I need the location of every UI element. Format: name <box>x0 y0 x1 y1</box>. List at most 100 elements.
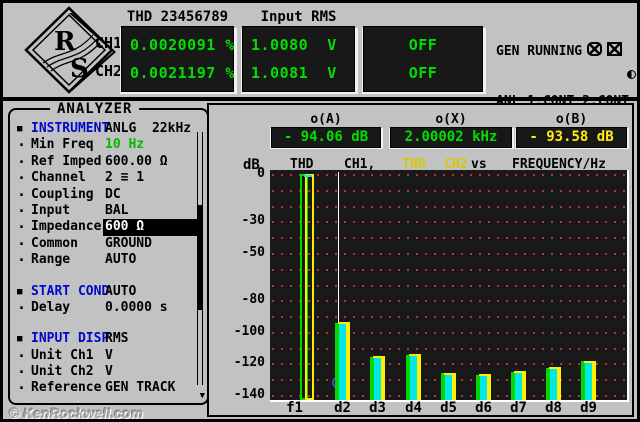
analyzer-row-value: 0.0000 s <box>105 300 168 316</box>
analyzer-row-channel[interactable]: ·Channel2 ≡ 1 <box>10 170 202 186</box>
aux-display: OFF OFF <box>363 26 483 92</box>
input-rms-display: 1.0080 V 1.0081 V <box>242 26 355 92</box>
analyzer-row-value: DC <box>105 187 121 203</box>
analyzer-row-input-disp[interactable]: ■ INPUT DISPRMS <box>10 331 202 347</box>
y-tick-label: -100 <box>209 325 265 339</box>
item-bullet-icon: · <box>17 137 26 153</box>
ch2-label: CH2 <box>95 62 122 80</box>
ch2-bar-cap <box>409 354 421 356</box>
x-label-d8: d8 <box>539 402 569 416</box>
ch1-bar <box>546 368 550 400</box>
analyzer-row-value: 10 Hz <box>105 137 144 153</box>
analyzer-row-label: Min Freq <box>31 137 94 153</box>
analyzer-row-min-freq[interactable]: · Min Freq 10 Hz <box>10 137 202 153</box>
ch2-bar-cap <box>338 322 350 324</box>
analyzer-row-coupling[interactable]: · Coupling DC <box>10 187 202 203</box>
analyzer-row-value: ANLG 22kHz <box>105 121 191 137</box>
item-bullet-icon: · <box>17 219 26 235</box>
analyzer-row-unit-ch2[interactable]: ·Unit Ch2V <box>10 364 202 380</box>
watermark: © KenRockwell.com <box>9 405 143 421</box>
analyzer-row-reference[interactable]: ·ReferenceGEN TRACK <box>10 380 202 396</box>
ch2-bar <box>381 356 385 400</box>
x-label-d3: d3 <box>363 402 393 416</box>
analyzer-row-value: BAL <box>105 203 128 219</box>
analyzer-row-label: Delay <box>31 300 70 316</box>
analyzer-row-value: GROUND <box>105 236 152 252</box>
analyzer-row-value: V <box>105 364 113 380</box>
analyzer-row-label: Coupling <box>31 187 94 203</box>
analyzer-row-label: Ref Imped <box>31 154 101 170</box>
item-bullet-icon: · <box>17 187 26 203</box>
analyzer-row-input[interactable]: ·InputBAL <box>10 203 202 219</box>
readout-b-label: o(B) <box>516 112 627 127</box>
y-tick-label: -30 <box>209 214 265 228</box>
section-bullet-icon: ■ <box>17 331 22 347</box>
x-label-d6: d6 <box>469 402 499 416</box>
readout-a-value: - 94.06 dB <box>271 127 381 148</box>
analyzer-spacer <box>10 269 202 284</box>
ch1-label: CH1 <box>95 34 122 52</box>
analyzer-row-value: 600 Ω <box>103 219 198 235</box>
analyzer-row-label: Unit Ch1 <box>31 348 94 364</box>
scroll-down-arrow-icon[interactable]: ▼ <box>200 391 205 401</box>
top-measurement-bar: R S CH1 CH2 THD 23456789 0.0020091 % 0.0… <box>3 3 637 101</box>
readout-a-label: o(A) <box>271 112 381 127</box>
analyzer-row-label: INSTRUMENT <box>31 121 109 137</box>
analyzer-row-label: INPUT DISP <box>31 331 109 347</box>
y-tick-label: -80 <box>209 293 265 307</box>
scrollbar-thumb[interactable] <box>197 205 203 310</box>
item-bullet-icon: · <box>17 252 26 268</box>
analyzer-row-label: Unit Ch2 <box>31 364 94 380</box>
analyzer-row-value: 600.00 Ω <box>105 154 168 170</box>
thd-ch1-value: 0.0020091 % <box>122 36 233 54</box>
ch2-bar <box>346 322 350 400</box>
analyzer-row-start-cond[interactable]: ■START CONDAUTO <box>10 284 202 300</box>
analyzer-row-value: AUTO <box>105 284 136 300</box>
bar-group-d5 <box>441 170 456 400</box>
item-bullet-icon: · <box>17 348 26 364</box>
item-bullet-icon: · <box>17 154 26 170</box>
ch1-bar <box>335 323 339 400</box>
analyzer-row-value: RMS <box>105 331 128 347</box>
analyzer-row-instrument[interactable]: ■INSTRUMENTANLG 22kHz <box>10 121 202 137</box>
readout-x-value: 2.00002 kHz <box>390 127 512 148</box>
ch1-bar <box>476 375 480 400</box>
analyzer-row-label: START COND <box>31 284 109 300</box>
x-label-d2: d2 <box>328 402 358 416</box>
y-tick-label: 0 <box>209 167 265 181</box>
half-circle-icon <box>627 70 636 79</box>
analyzer-row-impedance[interactable]: ·Impedance600 Ω <box>10 219 202 235</box>
y-tick-label: -50 <box>209 246 265 260</box>
analyzer-row-range[interactable]: · Range AUTO <box>10 252 202 268</box>
item-bullet-icon: · <box>17 380 26 396</box>
analyzer-row-value: 2 ≡ 1 <box>105 170 144 186</box>
analyzer-rows: ■INSTRUMENTANLG 22kHz·Min Freq10 Hz·Ref … <box>10 121 202 397</box>
ch2-bar <box>417 354 421 400</box>
analyzer-row-ref-imped[interactable]: · Ref Imped600.00 Ω <box>10 154 202 170</box>
bar-group-f1 <box>300 170 315 400</box>
analyzer-row-value: AUTO <box>105 252 136 268</box>
item-bullet-icon: · <box>17 170 26 186</box>
analyzer-row-label: Range <box>31 252 70 268</box>
ch2-bar <box>522 371 526 400</box>
gen-status: GEN RUNNING <box>496 44 582 59</box>
analyzer-row-delay[interactable]: · Delay 0.0000 s <box>10 300 202 316</box>
x-label-d9: d9 <box>574 402 604 416</box>
analyzer-row-common[interactable]: ·CommonGROUND <box>10 236 202 252</box>
analyzer-row-unit-ch1[interactable]: ·Unit Ch1V <box>10 348 202 364</box>
input-rms-header: Input RMS <box>242 9 355 25</box>
bar-group-d6 <box>476 170 491 400</box>
bar-group-d7 <box>511 170 526 400</box>
analyzer-row-label: Reference <box>31 380 101 396</box>
ch1-bar <box>581 361 585 400</box>
ch1-bar <box>511 372 515 400</box>
ch2-bar <box>452 373 456 400</box>
thd-display: 0.0020091 % 0.0021197 % <box>121 26 234 92</box>
ch2-bar <box>487 374 491 400</box>
ch1-bar <box>441 373 445 400</box>
keyboard-disabled-icon <box>607 42 622 56</box>
ch2-bar <box>557 367 561 400</box>
item-bullet-icon: · <box>17 300 26 316</box>
logo-letter-r: R <box>54 27 76 57</box>
bar-group-d3 <box>370 170 385 400</box>
